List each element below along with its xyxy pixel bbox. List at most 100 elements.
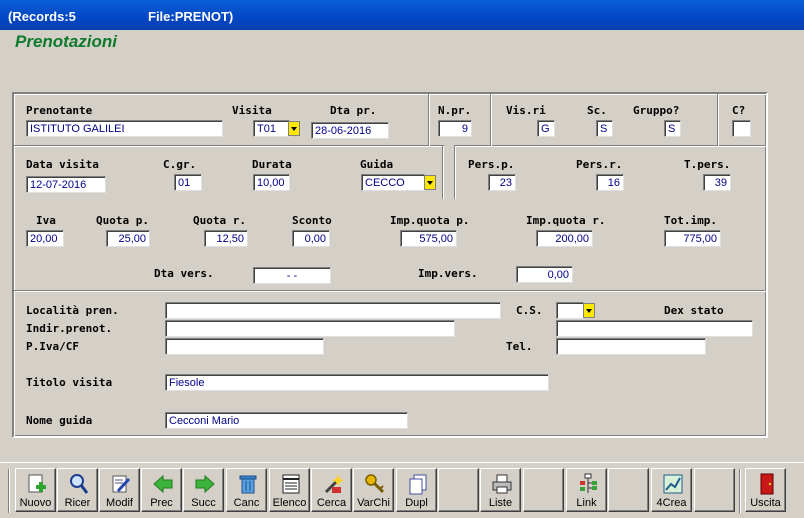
sconto-label: Sconto — [292, 214, 332, 227]
crea4-button[interactable]: 4Crea — [651, 468, 692, 512]
indir-label: Indir.prenot. — [26, 322, 113, 335]
gruppo-field[interactable]: S — [664, 120, 681, 137]
cs-label: C.S. — [516, 304, 543, 317]
toolbar-separator — [739, 469, 741, 513]
visita-dropdown-icon[interactable] — [288, 121, 300, 136]
dexstato-label: Dex stato — [664, 304, 724, 317]
succ-button[interactable]: Succ — [183, 468, 224, 512]
guida-label: Guida — [360, 158, 394, 171]
records-count: (Records:5 — [8, 9, 76, 24]
data-visita-label: Data visita — [26, 158, 99, 171]
guida-field[interactable]: CECCO — [361, 174, 425, 191]
empty-button[interactable] — [523, 468, 564, 512]
varchi-label: VarChi — [357, 497, 390, 509]
dtavers-field[interactable]: - - — [253, 267, 331, 284]
quotap-field[interactable]: 25,00 — [106, 230, 150, 247]
cerca-button[interactable]: Cerca — [311, 468, 352, 512]
impvers-label: Imp.vers. — [418, 267, 478, 280]
sc-field[interactable]: S — [596, 120, 613, 137]
durata-label: Durata — [252, 158, 292, 171]
npr-field[interactable]: 9 — [438, 120, 472, 137]
divider — [442, 146, 444, 199]
piva-label: P.Iva/CF — [26, 340, 79, 353]
prenotante-field[interactable]: ISTITUTO GALILEI — [26, 120, 223, 137]
cs-field[interactable] — [556, 302, 584, 319]
chart-icon — [663, 474, 683, 494]
ricer-button[interactable]: Ricer — [57, 468, 98, 512]
data-visita-field[interactable]: 12-07-2016 — [26, 176, 106, 193]
cgr-field[interactable]: 01 — [174, 174, 202, 191]
visri-field[interactable]: G — [537, 120, 555, 137]
nomeguida-field[interactable]: Cecconi Mario — [165, 412, 408, 429]
empty-button[interactable] — [438, 468, 479, 512]
dta-pr-field[interactable]: 28-06-2016 — [311, 122, 389, 139]
guida-dropdown-icon[interactable] — [424, 175, 436, 190]
empty-button[interactable] — [694, 468, 735, 512]
impquotap-label: Imp.quota p. — [390, 214, 470, 227]
modif-label: Modif — [106, 497, 133, 509]
quotar-label: Quota r. — [193, 214, 246, 227]
arrow-left-icon — [153, 474, 173, 494]
tree-icon — [580, 473, 597, 493]
duplicate-icon — [409, 474, 427, 495]
dupl-button[interactable]: Dupl — [396, 468, 437, 512]
crea4-label: 4Crea — [656, 497, 687, 509]
cs-dropdown-icon[interactable] — [583, 303, 595, 318]
prec-button[interactable]: Prec — [141, 468, 182, 512]
persr-label: Pers.r. — [576, 158, 623, 171]
indir-field[interactable] — [165, 320, 455, 337]
file-name: File:PRENOT) — [148, 9, 234, 24]
quotar-field[interactable]: 12,50 — [204, 230, 248, 247]
form-title: Prenotazioni — [15, 32, 118, 51]
localita-label: Località pren. — [26, 304, 119, 317]
toolbar-separator — [8, 469, 10, 513]
dta-pr-label: Dta pr. — [330, 104, 377, 117]
magic-wand-icon — [324, 475, 344, 494]
cgr-label: C.gr. — [163, 158, 197, 171]
tel-field[interactable] — [556, 338, 706, 355]
c-label: C? — [732, 104, 746, 117]
search-icon — [70, 474, 89, 494]
modif-button[interactable]: Modif — [99, 468, 140, 512]
printer-icon — [492, 474, 512, 494]
visita-label: Visita — [232, 104, 272, 117]
liste-button[interactable]: Liste — [480, 468, 521, 512]
list-icon — [282, 474, 300, 494]
iva-field[interactable]: 20,00 — [26, 230, 64, 247]
liste-label: Liste — [488, 497, 513, 509]
persr-field[interactable]: 16 — [596, 174, 624, 191]
divider — [717, 94, 719, 146]
quotap-label: Quota p. — [96, 214, 149, 227]
impvers-field[interactable]: 0,00 — [516, 266, 573, 283]
impquotap-field[interactable]: 575,00 — [400, 230, 457, 247]
succ-label: Succ — [191, 497, 216, 509]
titolo-field[interactable]: Fiesole — [165, 374, 549, 391]
empty-button[interactable] — [608, 468, 649, 512]
divider — [428, 94, 430, 146]
elenco-button[interactable]: Elenco — [269, 468, 310, 512]
arrow-right-icon — [195, 474, 215, 494]
uscita-label: Uscita — [750, 497, 781, 509]
title-bar: (Records:5 File:PRENOT) — [0, 0, 804, 30]
tel-label: Tel. — [506, 340, 533, 353]
key-icon — [365, 474, 385, 494]
impquotar-field[interactable]: 200,00 — [536, 230, 593, 247]
nuovo-button[interactable]: Nuovo — [15, 468, 56, 512]
sconto-field[interactable]: 0,00 — [292, 230, 330, 247]
varchi-button[interactable]: VarChi — [353, 468, 394, 512]
persp-field[interactable]: 23 — [488, 174, 516, 191]
piva-field[interactable] — [165, 338, 324, 355]
dexstato-field[interactable] — [556, 320, 753, 337]
link-label: Link — [576, 497, 597, 509]
link-button[interactable]: Link — [566, 468, 607, 512]
elenco-label: Elenco — [272, 497, 307, 509]
durata-field[interactable]: 10,00 — [253, 174, 290, 191]
visita-field[interactable]: T01 — [253, 120, 290, 137]
uscita-button[interactable]: Uscita — [745, 468, 786, 512]
edit-icon — [112, 475, 131, 493]
totimp-field[interactable]: 775,00 — [664, 230, 721, 247]
canc-button[interactable]: Canc — [226, 468, 267, 512]
tpers-field[interactable]: 39 — [703, 174, 731, 191]
localita-field[interactable] — [165, 302, 501, 319]
c-field[interactable] — [732, 120, 751, 137]
